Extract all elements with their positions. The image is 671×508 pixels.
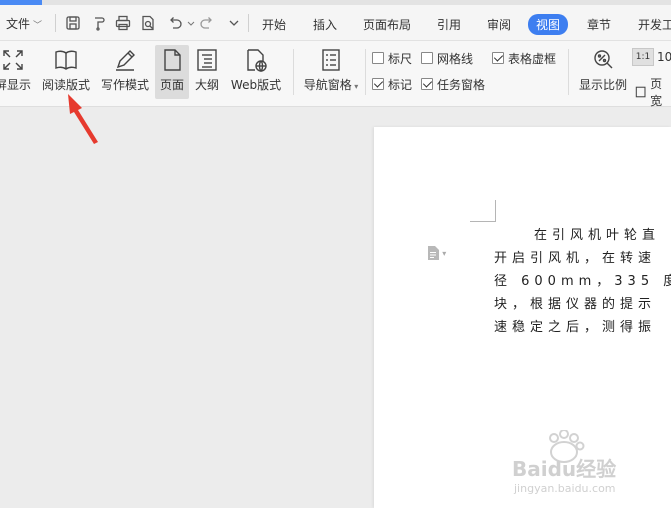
nav-pane-label: 导航窗格 ▾: [303, 78, 359, 92]
checkbox-box: [421, 52, 433, 64]
ruler-checkbox[interactable]: 标尺: [372, 50, 412, 66]
redo-icon[interactable]: [198, 14, 216, 32]
text-line: 速稳定之后，测得振: [494, 320, 657, 335]
page-icon: [159, 47, 185, 73]
text-line: 径 600mm，335 度的: [494, 274, 671, 289]
table-gridlines-label: 表格虚框: [508, 51, 557, 66]
divider: [55, 14, 56, 32]
text-line: 块，根据仪器的提示: [494, 297, 657, 312]
zoom-percent-label: 10: [657, 50, 671, 64]
chevron-down-icon: ▾: [442, 249, 447, 258]
baidu-jingyan-watermark: Baidu经验 jingyan.baidu.com: [512, 429, 642, 496]
tab-developer[interactable]: 开发工: [638, 16, 671, 33]
format-painter-icon[interactable]: [90, 14, 108, 32]
task-pane-checkbox[interactable]: 任务窗格: [421, 76, 485, 92]
baidu-paw-logo: Baidu经验 jingyan.baidu.com: [512, 429, 616, 495]
tab-insert[interactable]: 插入: [313, 16, 337, 33]
watermark-brand: Baidu经验: [512, 457, 616, 481]
open-book-icon: [53, 47, 79, 73]
outline-button[interactable]: 大纲: [191, 45, 223, 99]
navigation-pane-icon: [318, 47, 344, 73]
divider: [248, 14, 249, 32]
fullscreen-icon: [0, 47, 26, 73]
margin-corner-marker: [470, 200, 496, 222]
text-line: 在引风机叶轮直: [534, 228, 661, 243]
paragraph-options-icon[interactable]: ▾: [427, 246, 453, 262]
checkbox-checked: [372, 78, 384, 90]
page-view-label: 页面: [159, 78, 184, 92]
watermark-url: jingyan.baidu.com: [513, 482, 616, 495]
outline-icon: [194, 47, 220, 73]
ruler-label: 标尺: [388, 51, 413, 66]
web-layout-button[interactable]: Web版式: [226, 45, 286, 99]
pen-icon: [112, 47, 138, 73]
checkbox-box: [372, 52, 384, 64]
tab-home[interactable]: 开始: [262, 16, 286, 33]
tab-references[interactable]: 引用: [437, 16, 461, 33]
writing-mode-label: 写作模式: [100, 78, 149, 92]
zoom-label: 显示比例: [578, 78, 627, 92]
page-width-icon: [635, 86, 646, 98]
undo-dropdown-icon[interactable]: [182, 14, 195, 32]
table-gridlines-checkbox[interactable]: 表格虚框: [492, 50, 556, 66]
outline-label: 大纲: [194, 78, 219, 92]
zoom-button[interactable]: 显示比例: [575, 45, 631, 99]
document-body-text[interactable]: 在引风机叶轮直 开启引风机，在转速 径 600mm，335 度的 块，根据仪器的…: [494, 224, 671, 339]
zoom-magnifier-icon: [590, 47, 616, 73]
page-width-label: 页宽: [650, 77, 663, 108]
print-icon[interactable]: [114, 14, 132, 32]
zoom-100-button[interactable]: 1:1: [632, 48, 654, 66]
gridlines-label: 网格线: [437, 51, 474, 66]
file-menu[interactable]: 文件 ﹀: [6, 15, 42, 32]
web-page-icon: [243, 47, 269, 73]
page-width-button[interactable]: 页宽: [635, 75, 671, 109]
fullscreen-label: 屏显示: [0, 78, 31, 92]
tab-sections[interactable]: 章节: [587, 16, 611, 33]
divider: [293, 49, 294, 95]
checkbox-checked: [492, 52, 504, 64]
menu-bar: 文件 ﹀ 开始 插入 页面布局 引用 审阅 视图 章节 开发工: [0, 5, 671, 41]
print-preview-icon[interactable]: [139, 14, 157, 32]
tab-review[interactable]: 审阅: [487, 16, 511, 33]
tab-page-layout[interactable]: 页面布局: [363, 16, 411, 33]
fullscreen-button[interactable]: 屏显示: [0, 45, 34, 99]
zoom-ratio-label: 1:1: [635, 52, 651, 62]
text-line: 开启引风机，在转速: [494, 251, 657, 266]
chevron-down-icon: ﹀: [33, 21, 43, 31]
tab-view[interactable]: 视图: [528, 14, 569, 35]
save-icon[interactable]: [64, 14, 82, 32]
marks-checkbox[interactable]: 标记: [372, 76, 412, 92]
task-pane-label: 任务窗格: [437, 77, 486, 92]
red-arrow-annotation: [68, 94, 98, 144]
page-view-button[interactable]: 页面: [155, 45, 189, 99]
divider: [365, 49, 366, 95]
gridlines-checkbox[interactable]: 网格线: [421, 50, 473, 66]
divider: [568, 49, 569, 95]
nav-pane-button[interactable]: 导航窗格 ▾: [300, 45, 362, 99]
customize-toolbar-icon[interactable]: [225, 14, 243, 32]
marks-label: 标记: [388, 77, 413, 92]
checkbox-checked: [421, 78, 433, 90]
file-menu-label: 文件: [6, 17, 31, 31]
writing-mode-button[interactable]: 写作模式: [96, 45, 154, 99]
web-layout-label: Web版式: [230, 78, 282, 92]
